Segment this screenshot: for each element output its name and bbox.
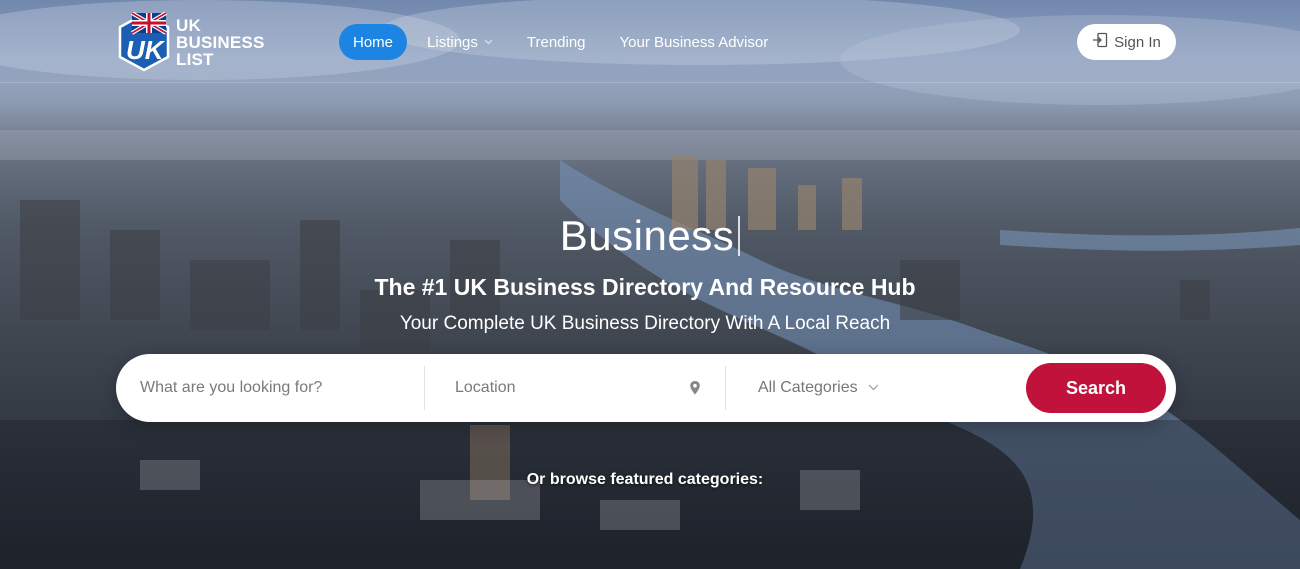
hero-title: Business	[0, 212, 1300, 260]
category-select-value: All Categories	[758, 379, 858, 396]
browse-categories-label: Or browse featured categories:	[526, 471, 764, 488]
chevron-down-icon	[868, 382, 879, 394]
nav-item-business-advisor[interactable]: Your Business Advisor	[606, 24, 783, 60]
sign-in-label: Sign In	[1114, 33, 1161, 51]
map-pin-icon[interactable]	[689, 380, 701, 401]
location-field-wrap	[425, 366, 726, 410]
nav-item-label: Your Business Advisor	[619, 33, 769, 51]
chevron-down-icon	[484, 37, 493, 48]
brand-name: UK BUSINESS LIST	[176, 17, 306, 68]
main-nav: Home Listings Trending Your Business Adv…	[339, 24, 788, 60]
sign-in-button[interactable]: Sign In	[1077, 24, 1176, 60]
keyword-input[interactable]	[140, 379, 424, 397]
nav-item-home[interactable]: Home	[339, 24, 408, 60]
category-select[interactable]: All Categories	[726, 366, 1026, 410]
brand-line2: BUSINESS LIST	[176, 32, 265, 69]
typing-caret	[738, 216, 741, 256]
hero-headline: The #1 UK Business Directory And Resourc…	[374, 274, 916, 300]
nav-item-label: Trending	[526, 33, 586, 51]
location-input[interactable]	[455, 379, 703, 397]
nav-item-listings[interactable]: Listings	[413, 24, 507, 60]
hero-title-text: Business	[559, 212, 735, 259]
logo-badge-text: UK	[126, 35, 166, 65]
nav-item-trending[interactable]: Trending	[513, 24, 600, 60]
search-bar: All Categories Search	[116, 354, 1176, 422]
nav-item-label: Listings	[427, 33, 478, 51]
uk-badge-icon: UK	[116, 11, 172, 72]
hero-subheadline: Your Complete UK Business Directory With…	[399, 313, 891, 334]
sign-in-icon	[1092, 32, 1114, 52]
site-header: UK UK BUSINESS LIST Home Listings Trendi…	[0, 0, 1300, 83]
brand-line1: UK	[176, 15, 201, 35]
brand-logo[interactable]: UK UK BUSINESS LIST	[116, 11, 306, 72]
keyword-field-wrap	[116, 366, 425, 410]
nav-item-label: Home	[353, 33, 394, 51]
search-button[interactable]: Search	[1026, 363, 1166, 413]
